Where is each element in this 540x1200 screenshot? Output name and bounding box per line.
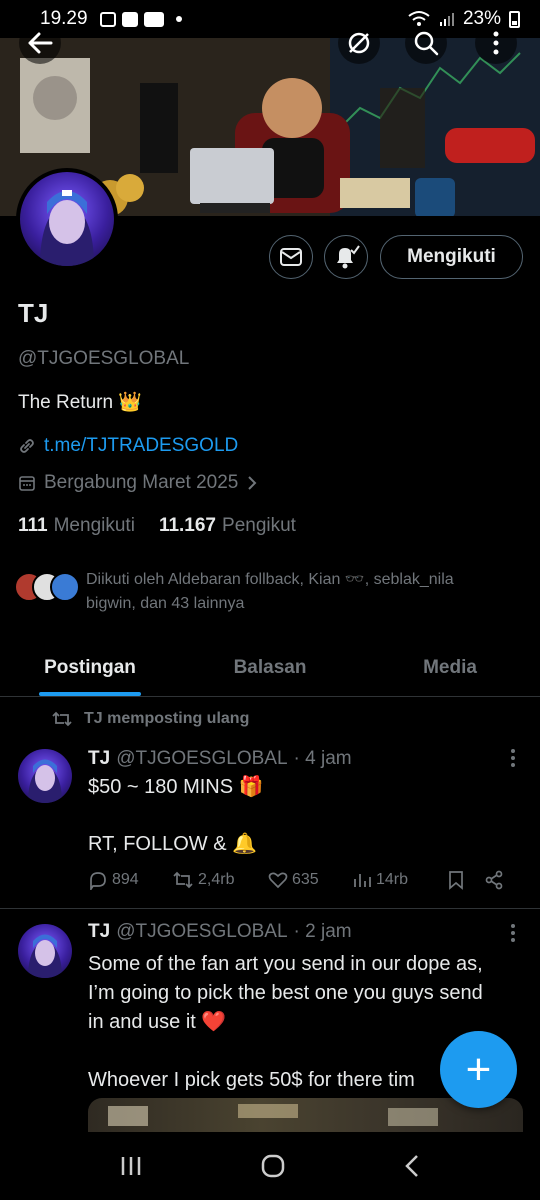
reply-button[interactable]: 894 [88,870,172,890]
system-nav-bar [0,1132,540,1200]
youtube-icon [143,11,164,27]
status-right: 23% [407,8,520,30]
followed-by-avatars [14,568,80,604]
profile-name: TJ [18,298,49,328]
following-count-link[interactable]: 111 Mengikuti [18,515,135,537]
post-more-button[interactable] [510,748,516,774]
views-count: 14rb [376,871,409,888]
mail-icon [280,248,302,266]
profile-avatar[interactable] [16,168,118,270]
profile-link-row: t.me/TJTRADESGOLD [18,435,238,457]
battery-icon [509,10,520,28]
post-avatar-art [28,934,62,978]
repost-label: TJ memposting ulang [84,710,250,727]
reply-icon [90,872,106,890]
heart-icon [268,872,288,889]
post-avatar-art [28,759,62,803]
battery-percent: 23% [462,8,501,29]
repost-count: 2,4rb [198,871,235,888]
like-button[interactable]: 635 [268,871,352,889]
signal-icon [439,13,454,26]
mini-avatar [50,572,80,602]
post-text-line2: RT, FOLLOW & 🔔 [88,833,258,855]
bookmark-icon [449,871,463,890]
post-avatar[interactable] [18,924,72,978]
post-header: TJ @TJGOESGLOBAL · 4 jam [88,748,352,770]
post-time: · 4 jam [293,748,352,769]
joined-row[interactable]: Bergabung Maret 2025 [18,472,258,494]
tab-replies[interactable]: Balasan [180,640,360,696]
status-time: 19.29 [40,8,88,29]
following-count: 111 [18,515,48,536]
home-icon[interactable] [260,1153,286,1179]
avatar-art [40,190,94,266]
profile-bio: The Return 👑 [18,392,142,413]
message-button[interactable] [269,235,313,279]
post-author-handle[interactable]: @TJGOESGLOBAL [116,921,287,943]
facebook-icon [121,11,138,27]
chevron-right-icon [248,476,257,490]
profile-link[interactable]: t.me/TJTRADESGOLD [44,435,238,457]
post-author-name[interactable]: TJ [88,921,110,943]
recent-apps-icon[interactable] [119,1155,143,1177]
more-vertical-icon [511,924,515,942]
repost-icon [173,871,193,889]
following-label: Mengikuti [53,515,135,536]
followed-by-line1: Diikuti oleh Aldebaran follback, Kian 🕶️… [86,571,454,588]
post-author-handle[interactable]: @TJGOESGLOBAL [116,748,287,770]
tab-posts[interactable]: Postingan [0,640,180,696]
gallery-icon [99,11,116,27]
profile-handle: @TJGOESGLOBAL [18,348,190,369]
followers-count: 11.167 [158,515,217,536]
bookmark-button[interactable] [448,870,484,890]
repost-icon [52,711,72,727]
post-time: · 2 jam [293,921,352,942]
post-avatar[interactable] [18,749,72,803]
repost-button[interactable]: 2,4rb [172,871,268,889]
notifications-button[interactable] [324,235,368,279]
more-vertical-icon [511,749,515,767]
like-count: 635 [292,871,319,888]
calendar-icon [19,476,35,491]
notification-dot-icon [175,16,182,22]
share-button[interactable] [484,870,514,890]
link-icon [20,439,34,453]
follow-counts: 111 Mengikuti 11.167 Pengikut [18,515,296,537]
post-actions: 894 2,4rb 635 14rb [88,870,518,890]
views-icon [354,874,371,887]
post-text-line1: $50 ~ 180 MINS 🎁 [88,776,264,798]
post-divider [0,908,540,909]
post-header: TJ @TJGOESGLOBAL · 2 jam [88,921,352,943]
post-more-button[interactable] [510,923,516,949]
status-bar: 19.29 23% [0,0,540,38]
followers-label: Pengikut [222,515,296,536]
views-button[interactable]: 14rb [352,871,448,889]
share-icon [485,870,503,890]
profile-tabs: Postingan Balasan Media [0,640,540,697]
reply-count: 894 [112,871,139,888]
following-button[interactable]: Mengikuti [380,235,523,279]
bell-check-icon [337,245,360,269]
post-author-name[interactable]: TJ [88,748,110,770]
tab-media[interactable]: Media [360,640,540,696]
wifi-icon [408,11,430,26]
followed-by-text: Diikuti oleh Aldebaran follback, Kian 🕶️… [86,568,454,616]
followed-by-line2: bigwin, dan 43 lainnya [86,595,245,612]
joined-date: Bergabung Maret 2025 [44,472,239,493]
followed-by[interactable]: Diikuti oleh Aldebaran follback, Kian 🕶️… [14,568,524,616]
followers-count-link[interactable]: 11.167 Pengikut [159,515,296,537]
back-nav-icon[interactable] [403,1154,421,1178]
repost-indicator: TJ memposting ulang [52,710,249,728]
compose-button[interactable]: + [440,1031,517,1108]
